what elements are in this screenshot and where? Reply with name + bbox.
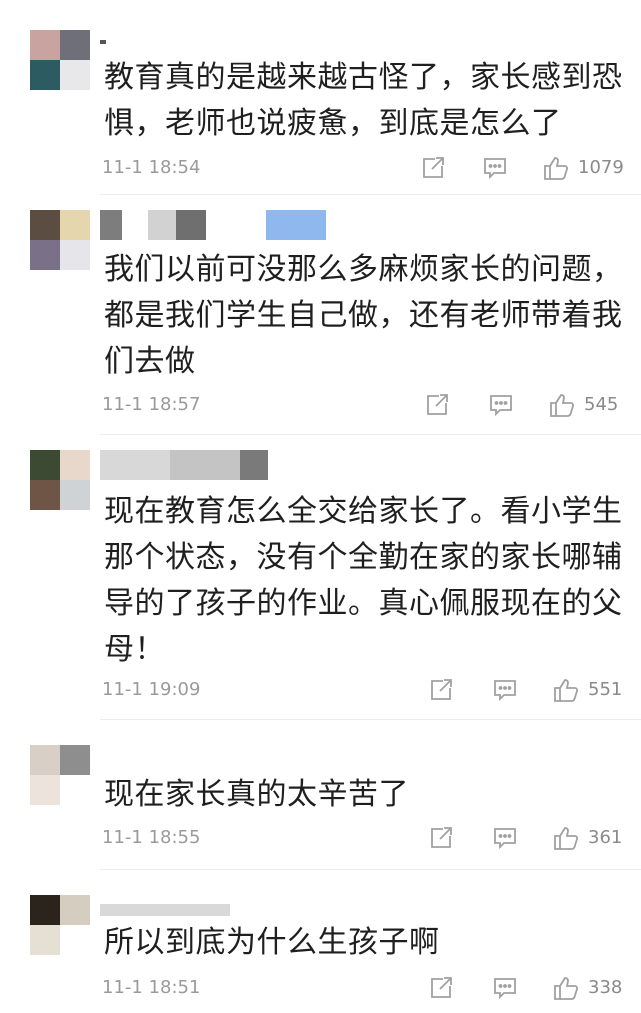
comment-time: 11-1 19:09 (102, 679, 201, 700)
username-redacted[interactable] (100, 28, 230, 58)
share-icon[interactable] (428, 825, 454, 851)
comment-time: 11-1 18:54 (102, 157, 201, 178)
avatar[interactable] (30, 210, 90, 270)
like-count: 361 (588, 827, 623, 848)
share-icon[interactable] (424, 392, 450, 418)
comment-item: 教育真的是越来越古怪了，家长感到恐惧，老师也说疲惫，到底是怎么了 11-1 18… (0, 0, 641, 195)
like-button[interactable]: 361 (552, 825, 622, 851)
username-redacted[interactable] (100, 450, 270, 480)
comment-icon[interactable] (492, 825, 518, 851)
comment-meta: 11-1 18:57 545 (102, 392, 622, 418)
like-count: 551 (588, 679, 623, 700)
comment-text: 我们以前可没那么多麻烦家长的问题，都是我们学生自己做，还有老师带着我们去做 (104, 252, 623, 379)
comment-text: 教育真的是越来越古怪了，家长感到恐惧，老师也说疲惫，到底是怎么了 (104, 60, 623, 141)
comment-text: 现在家长真的太辛苦了 (104, 777, 409, 812)
comment-time: 11-1 18:57 (102, 394, 201, 415)
like-button[interactable]: 551 (552, 677, 622, 703)
comment-icon[interactable] (492, 975, 518, 1001)
like-count: 545 (584, 394, 619, 415)
comment-meta: 11-1 18:51 338 (102, 975, 622, 1001)
share-icon[interactable] (428, 975, 454, 1001)
comment-item: 所以到底为什么生孩子啊 11-1 18:51 338 (0, 870, 641, 1013)
avatar[interactable] (30, 895, 90, 955)
thumbs-up-icon (554, 679, 579, 702)
comment-meta: 11-1 18:55 361 (102, 825, 622, 851)
thumbs-up-icon (544, 157, 569, 180)
like-count: 1079 (578, 157, 624, 178)
comment-time: 11-1 18:51 (102, 977, 201, 998)
comment-icon[interactable] (488, 392, 514, 418)
comment-meta: 11-1 19:09 551 (102, 677, 622, 703)
thumbs-up-icon (550, 394, 575, 417)
comment-icon[interactable] (492, 677, 518, 703)
share-icon[interactable] (420, 155, 446, 181)
like-count: 338 (588, 977, 623, 998)
avatar[interactable] (30, 30, 90, 90)
like-button[interactable]: 1079 (542, 155, 624, 181)
comment-item: 现在家长真的太辛苦了 11-1 18:55 361 (0, 720, 641, 870)
thumbs-up-icon (554, 827, 579, 850)
comment-item: 我们以前可没那么多麻烦家长的问题，都是我们学生自己做，还有老师带着我们去做 11… (0, 195, 641, 435)
comment-meta: 11-1 18:54 1079 (102, 155, 624, 181)
thumbs-up-icon (554, 977, 579, 1000)
like-button[interactable]: 545 (548, 392, 618, 418)
comment-item: 现在教育怎么全交给家长了。看小学生那个状态，没有个全勤在家的家长哪辅导的了孩子的… (0, 435, 641, 720)
avatar[interactable] (30, 450, 90, 510)
share-icon[interactable] (428, 677, 454, 703)
like-button[interactable]: 338 (552, 975, 622, 1001)
comment-icon[interactable] (482, 155, 508, 181)
username-redacted[interactable] (100, 210, 340, 240)
comment-text: 现在教育怎么全交给家长了。看小学生那个状态，没有个全勤在家的家长哪辅导的了孩子的… (104, 494, 623, 667)
comment-text: 所以到底为什么生孩子啊 (104, 925, 440, 960)
comment-time: 11-1 18:55 (102, 827, 201, 848)
avatar[interactable] (30, 745, 90, 805)
